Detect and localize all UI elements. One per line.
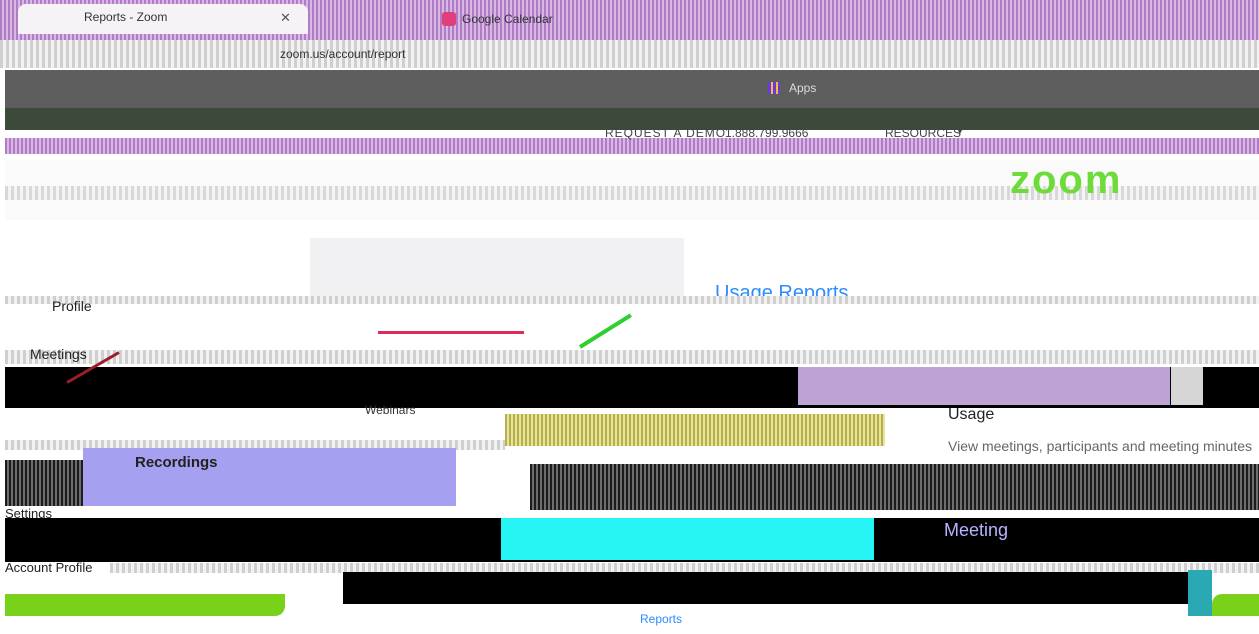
sidebar-item-webinars[interactable]: Webinars	[365, 403, 415, 417]
browser-tab-title: Reports - Zoom	[84, 10, 168, 24]
bottom-green-right[interactable]	[1212, 594, 1259, 616]
browser-tab-secondary[interactable]: Google Calendar	[430, 6, 670, 34]
sidebar-item-recordings[interactable]: Recordings	[83, 448, 456, 506]
recordings-row-right	[530, 464, 1259, 510]
meetings-row	[5, 350, 1259, 364]
bottom-teal-edge	[1188, 570, 1212, 616]
phone-number: 1.888.799.9666	[725, 126, 809, 140]
webinars-highlight	[505, 414, 885, 446]
active-tab-indicator	[378, 331, 524, 334]
bookmarks-bar: Apps	[5, 70, 1259, 108]
zoom-topbar-links: REQUEST A DEMO 1.888.799.9666 RESOURCES …	[5, 126, 1259, 154]
apps-grid-icon[interactable]	[768, 82, 780, 94]
tabs-underline-stripe	[5, 296, 1259, 304]
usage-title: Usage	[948, 406, 995, 423]
zoom-header: zoom	[5, 158, 1259, 220]
main-banner-right	[1171, 367, 1203, 405]
resources-menu[interactable]: RESOURCES	[885, 126, 961, 140]
close-icon[interactable]: ✕	[280, 10, 291, 26]
url-field[interactable]: zoom.us/account/report	[240, 46, 640, 64]
chevron-down-icon: ▼	[955, 126, 965, 137]
zoom-logo[interactable]: zoom	[1010, 158, 1122, 203]
browser-tab-active[interactable]: Reports - Zoom ✕	[18, 4, 308, 34]
reports-label: Reports	[640, 612, 683, 626]
sidebar-item-recordings-label: Recordings	[135, 454, 218, 471]
meeting-title: Meeting	[944, 520, 1009, 540]
dark-band	[5, 351, 1259, 408]
cyan-block	[501, 518, 874, 560]
calendar-icon	[442, 12, 456, 26]
sidebar-item-meetings[interactable]: Meetings	[30, 346, 87, 362]
bottom-dark-band	[5, 518, 1259, 562]
sidebar-item-account-profile[interactable]: Account Profile	[5, 560, 92, 575]
profile-tab[interactable]: Profile	[52, 298, 92, 314]
bottom-green-left[interactable]	[5, 594, 285, 616]
request-demo-link[interactable]: REQUEST A DEMO	[605, 126, 726, 140]
usage-description: View meetings, participants and meeting …	[948, 438, 1253, 454]
url-text: zoom.us/account/report	[280, 47, 406, 61]
apps-label[interactable]: Apps	[789, 81, 816, 95]
topbar-stripe	[5, 138, 1259, 154]
main-banner	[798, 367, 1170, 405]
recordings-row-left	[5, 460, 83, 506]
slash-mark	[578, 313, 632, 349]
bottom-black-panel	[343, 572, 1188, 604]
browser-tab-title-2: Google Calendar	[462, 12, 553, 26]
tabs-panel	[310, 238, 684, 300]
